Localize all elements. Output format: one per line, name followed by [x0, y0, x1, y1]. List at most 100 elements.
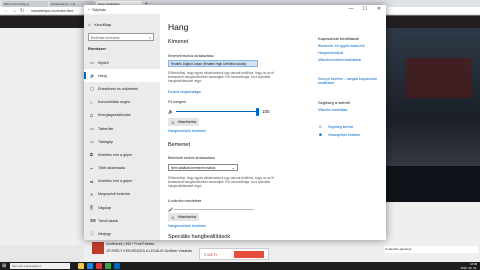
related-link-sound-panel[interactable]: Hangvezérlőpult [318, 51, 384, 55]
power-icon: ⏻ [90, 112, 94, 118]
deal-title: Szoftverek | 960+ Profi Értékes [106, 242, 155, 246]
volume-slider-track[interactable] [176, 111, 258, 113]
sidebar-item-notifications[interactable]: ▢ Értesítések és műveletek [84, 82, 160, 95]
manage-input-devices-link[interactable]: Hangeszközök kezelése [168, 224, 206, 228]
info-icon: ⓘ [90, 231, 94, 237]
troubleshoot-output-button[interactable]: ⚠ Hibaelhárítás [168, 118, 200, 126]
reload-icon[interactable]: ↻ [20, 7, 24, 15]
site-deal-item[interactable]: Szoftverek | 960+ Profi Értékes JÓ ESÉLY… [92, 240, 192, 260]
maximize-button[interactable]: ☐ [358, 5, 372, 14]
display-icon: ▭ [90, 60, 94, 66]
shared-icon: ✕ [90, 191, 94, 197]
output-header: Kimenet [168, 39, 189, 45]
sidebar-item-tablet[interactable]: ▭ Táblagép [84, 135, 160, 148]
sidebar-item-label: Értesítések és műveletek [98, 86, 139, 91]
device-properties-link[interactable]: Eszköz tulajdonságai [168, 90, 201, 94]
volume-value: 100 [262, 109, 270, 114]
minimize-button[interactable]: — [344, 5, 358, 14]
sidebar-item-label: Több alkalmazás [98, 166, 126, 171]
sidebar-item-clipboard[interactable]: ⎘ Vágólap [84, 201, 160, 214]
clipboard-icon: ⎘ [90, 205, 94, 211]
manage-devices-link[interactable]: Hangeszközök kezelése [168, 129, 206, 133]
taskbar-search-input[interactable]: Írjon ide a kereséshez [10, 263, 70, 269]
sidebar-item-sound[interactable]: 🔈 Hang [84, 69, 160, 83]
sidebar-item-projecting[interactable]: ⇄ Kivetítés erre a gépre [84, 175, 160, 188]
site-dark-strip [382, 166, 480, 202]
sidebar-item-label: Hang [98, 73, 107, 78]
window-titlebar: ← Gépház — ☐ ✕ [84, 5, 386, 14]
search-icon: ⌕ [148, 35, 151, 40]
home-icon: ⌂ [88, 22, 91, 27]
sidebar-home[interactable]: ⌂ Kezdőlap [88, 22, 111, 27]
related-link-ease-of-access[interactable]: Könnyű kezelés – hangok kapcsolódó beáll… [318, 77, 384, 85]
sidebar-list: ▭ Kijelző 🔈 Hang ▢ Értesítések és műveletek… [84, 56, 160, 241]
notification-icon: ▢ [90, 86, 94, 92]
sidebar-item-focus-assist[interactable]: ☾ Koncentrálás segéd [84, 96, 160, 109]
site-footer-left [0, 245, 84, 262]
site-ad[interactable]: Itt aktuális ajánlatok [384, 246, 478, 253]
back-icon[interactable]: ← [4, 7, 9, 15]
input-device-select[interactable]: Nem található bemeneti eszköz ⌄ [168, 164, 238, 171]
moon-icon: ☾ [90, 99, 94, 105]
troubleshoot-input-button[interactable]: ⚠ Hibaelhárítás [168, 213, 200, 221]
sidebar-item-label: Kivetítés erre a gépre [98, 152, 133, 157]
help-icon: ☺ [318, 124, 323, 129]
sidebar-item-label: Koncentrálás segéd [98, 100, 130, 105]
troubleshoot-label: Hibaelhárítás [177, 120, 197, 124]
sidebar-item-power[interactable]: ⏻ Energiagazdálkodás [84, 109, 160, 122]
volume-slider-thumb[interactable] [256, 107, 259, 116]
deal-buy-button[interactable] [234, 251, 264, 258]
sidebar-section-title: Rendszer [88, 46, 107, 51]
settings-search-input[interactable]: Beállítás keresése ⌕ [88, 33, 154, 41]
sidebar-item-label: Kivetítés erre a gépre [98, 179, 133, 184]
keyboard-icon: ⌨ [90, 218, 96, 224]
start-icon[interactable]: ⊞ [2, 263, 6, 269]
taskbar-app-icon[interactable] [105, 263, 111, 269]
sidebar-item-label: Névjegy [98, 232, 111, 237]
wrench-icon: ⚠ [171, 214, 175, 220]
related-link-bluetooth[interactable]: Bluetooth- és egyéb eszközök [318, 44, 384, 48]
taskbar-app-icon[interactable] [87, 263, 93, 269]
sidebar-item-display[interactable]: ▭ Kijelző [84, 56, 160, 69]
scissors-icon: ✂ [90, 165, 94, 171]
taskbar-app-icon[interactable] [96, 263, 102, 269]
site-hero-overlay [405, 58, 471, 98]
window-title: Gépház [92, 7, 107, 12]
tablet-icon: ▭ [90, 139, 94, 145]
sidebar-item-label: Energiagazdálkodás [98, 113, 131, 118]
taskbar-app-icon[interactable] [78, 263, 84, 269]
taskbar-app-icon[interactable] [114, 263, 120, 269]
close-button[interactable]: ✕ [372, 5, 386, 14]
feedback-link[interactable]: Visszajelzés küldése [328, 133, 360, 137]
microphone-icon: 🎤 [168, 207, 173, 212]
sidebar-item-multitasking[interactable]: ⧉ Kivetítés erre a gépre [84, 148, 160, 161]
get-help-link[interactable]: Segítség kérése [328, 125, 353, 129]
related-link-mic-privacy[interactable]: Mikrofonvédelmi beállítások [318, 58, 384, 62]
volume-icon[interactable]: 🔈 [168, 109, 174, 115]
url-field[interactable]: handwerkpro.hu/index.html [31, 9, 73, 13]
site-hero-image [382, 28, 480, 178]
sidebar-item-label: Kijelző [98, 60, 109, 65]
clock-date: 2020. 09. 19. [460, 266, 477, 270]
input-description: Előfordulhat, hogy egyes alkalmazások úg… [168, 176, 274, 188]
sidebar-item-remote-desktop[interactable]: ⌨ Távoli asztal [84, 214, 160, 227]
feedback-icon: ☻ [318, 132, 323, 137]
input-device-value: Nem található bemeneti eszköz [171, 166, 216, 170]
sidebar-item-storage[interactable]: ▭ Tárterület [84, 122, 160, 135]
help-title: Segítség a webről [318, 100, 351, 105]
taskbar-apps [78, 263, 123, 269]
troubleshoot-label: Hibaelhárítás [177, 215, 197, 219]
forward-icon[interactable]: → [12, 7, 17, 15]
sidebar-item-shared[interactable]: ✕ Megosztott funkciók [84, 188, 160, 201]
wrench-icon: ⚠ [171, 119, 175, 125]
taskbar-clock[interactable]: 18:08 2020. 09. 19. [461, 262, 477, 270]
multitasking-icon: ⧉ [90, 152, 93, 158]
help-link-mic-setup[interactable]: Mikrofon beállítása [318, 108, 384, 112]
projecting-icon: ⇄ [90, 178, 94, 184]
sidebar-item-about[interactable]: ⓘ Névjegy [84, 227, 160, 240]
deal-price: 9 325 Ft [204, 253, 217, 257]
sidebar-item-apps[interactable]: ✂ Több alkalmazás [84, 162, 160, 175]
output-device-select[interactable]: Realtek Digital Output (Realtek High Def… [168, 60, 258, 67]
speaker-icon: 🔈 [90, 73, 95, 79]
settings-sidebar: ⌂ Kezdőlap Beállítás keresése ⌕ Rendszer … [84, 14, 160, 240]
